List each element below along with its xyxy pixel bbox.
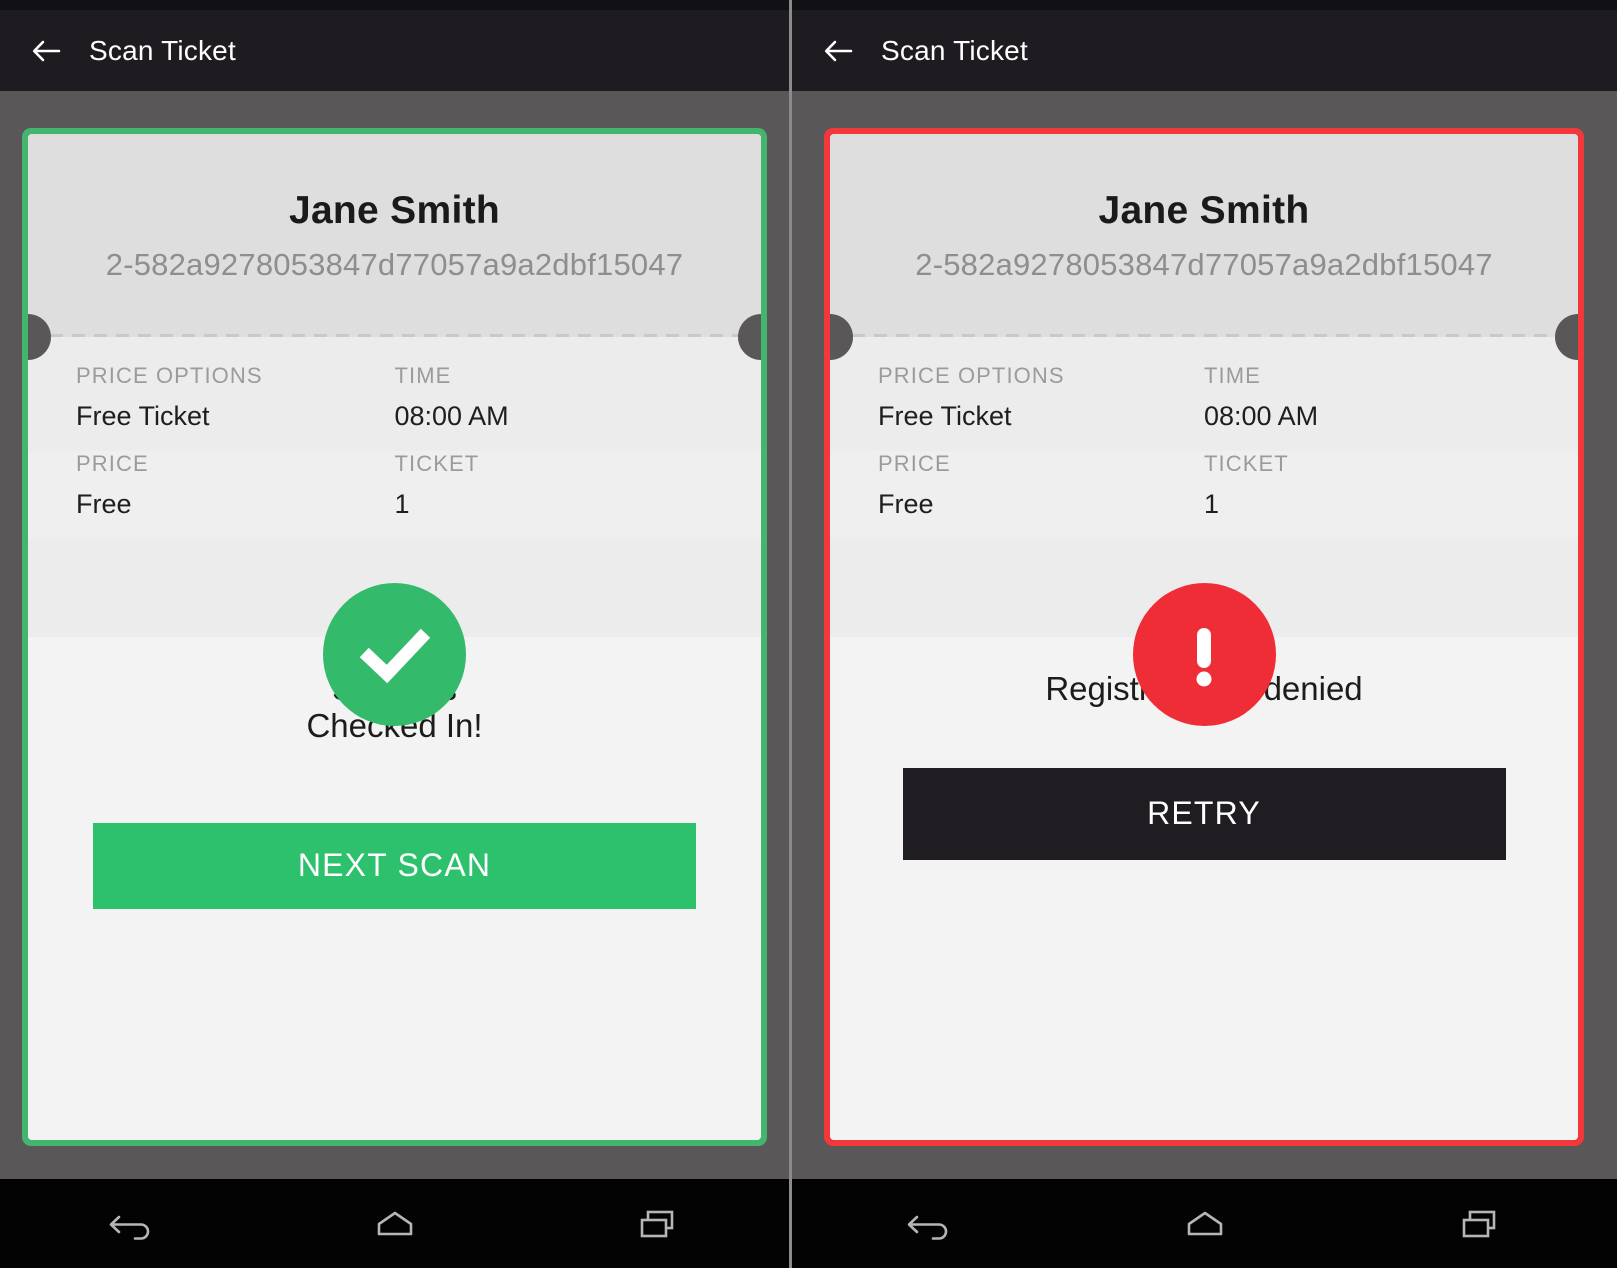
attendee-name: Jane Smith [1098, 188, 1310, 232]
detail-price-options: PRICE OPTIONS Free Ticket [76, 363, 395, 451]
android-nav-bar-left [0, 1179, 789, 1268]
detail-value: Free Ticket [878, 401, 1012, 431]
ticket-details: PRICE OPTIONS Free Ticket TIME 08:00 AM [28, 337, 761, 451]
nav-back-icon[interactable] [72, 1194, 192, 1254]
ticket-details: PRICE OPTIONS Free Ticket TIME 08:00 AM [830, 337, 1578, 451]
detail-row: PRICE Free TICKET 1 [878, 451, 1530, 539]
detail-price: PRICE Free [878, 451, 1204, 539]
app-bar-right: Scan Ticket [792, 10, 1617, 91]
ticket-header: Jane Smith 2-582a9278053847d77057a9a2dbf… [28, 134, 761, 337]
detail-value: 08:00 AM [394, 401, 509, 431]
nav-recents-icon[interactable] [1420, 1194, 1540, 1254]
ticket-details-second: PRICE Free TICKET 1 [28, 451, 761, 539]
ticket-details-second: PRICE Free TICKET 1 [830, 451, 1578, 539]
ticket-code: 2-582a9278053847d77057a9a2dbf15047 [105, 246, 684, 282]
ticket-card-inner: Jane Smith 2-582a9278053847d77057a9a2dbf… [28, 134, 761, 1140]
ticket-perforation [28, 334, 761, 337]
status-region-success: Success Checked In! NEXT SCAN [28, 583, 761, 1140]
detail-ticket-count: TICKET 1 [1204, 451, 1530, 539]
nav-back-icon[interactable] [870, 1194, 990, 1254]
status-icon-wrap [28, 583, 761, 726]
ticket-card-denied: Jane Smith 2-582a9278053847d77057a9a2dbf… [824, 128, 1584, 1146]
detail-label: TIME [394, 363, 452, 388]
status-bar-left [0, 0, 789, 10]
ticket-code: 2-582a9278053847d77057a9a2dbf15047 [915, 246, 1493, 282]
back-arrow-icon[interactable] [823, 36, 853, 66]
detail-row: PRICE Free TICKET 1 [76, 451, 713, 539]
back-arrow-icon[interactable] [31, 36, 61, 66]
detail-label: TICKET [394, 451, 480, 476]
detail-price-options: PRICE OPTIONS Free Ticket [878, 363, 1204, 451]
detail-label: TICKET [1204, 451, 1289, 476]
detail-row: PRICE OPTIONS Free Ticket TIME 08:00 AM [76, 363, 713, 451]
ticket-card-inner: Jane Smith 2-582a9278053847d77057a9a2dbf… [830, 134, 1578, 1140]
status-bar-right [792, 0, 1617, 10]
detail-label: TIME [1204, 363, 1261, 388]
status-icon-wrap [830, 583, 1578, 726]
next-scan-button[interactable]: NEXT SCAN [93, 822, 696, 909]
ticket-card-success: Jane Smith 2-582a9278053847d77057a9a2dbf… [22, 128, 767, 1146]
detail-value: 1 [394, 489, 410, 519]
detail-label: PRICE [76, 451, 149, 476]
detail-row: PRICE OPTIONS Free Ticket TIME 08:00 AM [878, 363, 1530, 451]
screen-success: Scan Ticket Jane Smith 2-582a9278053847d… [0, 0, 789, 1268]
android-nav-bar-right [792, 1179, 1617, 1268]
page-title: Scan Ticket [89, 34, 236, 66]
detail-value: Free Ticket [76, 401, 210, 431]
attendee-name: Jane Smith [288, 188, 501, 232]
detail-time: TIME 08:00 AM [1204, 363, 1530, 451]
ticket-perforation [830, 334, 1578, 337]
detail-label: PRICE [878, 451, 951, 476]
status-region-denied: Registration is denied RETRY [830, 583, 1578, 1140]
nav-home-icon[interactable] [335, 1194, 455, 1254]
content-right: Jane Smith 2-582a9278053847d77057a9a2dbf… [792, 91, 1617, 1179]
detail-value: 1 [1204, 489, 1220, 519]
nav-home-icon[interactable] [1145, 1194, 1265, 1254]
error-circle-icon [1132, 583, 1276, 726]
dual-screenshot-container: Scan Ticket Jane Smith 2-582a9278053847d… [0, 0, 1617, 1268]
detail-value: Free [878, 489, 934, 519]
retry-button[interactable]: RETRY [902, 767, 1506, 860]
nav-recents-icon[interactable] [598, 1194, 718, 1254]
detail-value: Free [76, 489, 132, 519]
detail-price: PRICE Free [76, 451, 395, 539]
detail-label: PRICE OPTIONS [76, 363, 263, 388]
ticket-header: Jane Smith 2-582a9278053847d77057a9a2dbf… [830, 134, 1578, 337]
detail-ticket-count: TICKET 1 [395, 451, 714, 539]
detail-label: PRICE OPTIONS [878, 363, 1065, 388]
detail-value: 08:00 AM [1204, 401, 1319, 431]
detail-time: TIME 08:00 AM [395, 363, 714, 451]
screen-denied: Scan Ticket Jane Smith 2-582a9278053847d… [792, 0, 1617, 1268]
page-title: Scan Ticket [881, 34, 1028, 66]
check-circle-icon [323, 583, 466, 726]
content-left: Jane Smith 2-582a9278053847d77057a9a2dbf… [0, 91, 789, 1179]
app-bar-left: Scan Ticket [0, 10, 789, 91]
